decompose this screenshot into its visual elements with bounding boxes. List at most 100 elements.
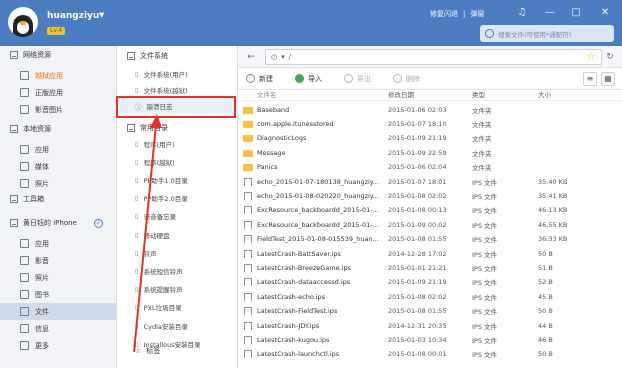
refresh-icon[interactable]: ↻ [603, 50, 617, 64]
table-row[interactable]: LatestCrash-dataaccessd.ips 2015-01-09 21… [238, 276, 622, 289]
file-name: ExcResource_backboardd_2015-01-... [238, 206, 388, 215]
table-row[interactable]: LatestCrash-BattSaver.ips 2014-12-28 17:0… [238, 247, 622, 260]
tree-header-common[interactable]: 常用目录 [127, 123, 168, 133]
table-row[interactable]: FieldTest_2015-01-08-015539_huan... 2015-… [238, 233, 622, 246]
collapse-icon[interactable] [127, 124, 135, 132]
username[interactable]: huangziyu [47, 11, 99, 21]
star-icon[interactable]: ☆ [584, 50, 598, 64]
sidebar-item[interactable]: 媒体 [0, 158, 117, 175]
tree-item[interactable]: ▯ 语音备忘录 [117, 208, 238, 225]
file-date: 2015-01-06 02:03 [388, 105, 447, 114]
back-icon[interactable]: ← [244, 50, 258, 64]
tree-header-system[interactable]: 文件系统 [127, 51, 168, 61]
table-row[interactable]: LatestCrash-FieldTest.ips 2015-01-08 01:5… [238, 305, 622, 318]
delete-button[interactable]: 删除 [393, 74, 420, 84]
tree-item[interactable]: ▯ 文件系统(用户) [117, 65, 238, 82]
sidebar-item[interactable]: 越狱应用 [0, 67, 117, 84]
minimize-icon[interactable]: — [543, 7, 557, 18]
tree-item[interactable]: ▯ 系统短信铃声 [117, 262, 238, 279]
music-icon[interactable]: ♫ [515, 7, 529, 18]
file-icon [244, 249, 252, 258]
sidebar-section-header[interactable]: 本地资源 [10, 124, 51, 134]
search-input[interactable]: 搜索文件(可使用*通配符) [480, 25, 614, 42]
import-button[interactable]: 导入 [295, 74, 322, 84]
tree-header-label: 文件系统 [140, 52, 168, 60]
new-icon [246, 74, 255, 83]
table-row[interactable]: ExcResource_backboardd_2015-01-... 2015-0… [238, 204, 622, 217]
file-type: 文件夹 [472, 135, 492, 144]
list-view-icon[interactable]: ≡ [583, 72, 597, 86]
sidebar-section-header[interactable]: 黄日钰的 iPhone ✓ [10, 218, 103, 228]
section-collapse-icon[interactable] [10, 125, 18, 133]
table-row[interactable]: LatestCrash-BreezeGame.ips 2015-01-01 21:… [238, 261, 622, 274]
table-row[interactable]: LatestCrash-kugou.ips 2015-01-03 10:34 IPS… [238, 333, 622, 346]
table-row[interactable]: Baseband 2015-01-06 02:03 文件夹 [238, 103, 622, 116]
sidebar-item[interactable]: 应用 [0, 235, 117, 252]
path-bar: ← ◴ ▾ / ☆ ↻ [238, 46, 622, 68]
sidebar-section-header[interactable]: 网络资源 [10, 50, 51, 60]
sidebar-item[interactable]: 信息 [0, 320, 117, 337]
sidebar-item[interactable]: 正版应用 [0, 84, 117, 101]
tree-item[interactable]: ▯ PP助手2.0目录 [117, 190, 238, 207]
section-collapse-icon[interactable] [10, 51, 18, 59]
collapse-icon[interactable] [127, 52, 135, 60]
tree-item[interactable]: ▯ Cydia安装目录 [117, 317, 238, 334]
tree-header-bookmark[interactable]: ☆ 标签 [135, 346, 160, 356]
file-name: DiagnosticLogs [238, 134, 388, 143]
table-row[interactable]: ExcResource_backboardd_2015-01-... 2015-0… [238, 218, 622, 231]
tree-item[interactable]: ▯ 程序(用户) [117, 135, 238, 152]
tree-item[interactable]: ▯ 系统提醒铃声 [117, 281, 238, 298]
file-icon [244, 191, 252, 200]
tree-item[interactable]: ▯ PXL垃圾目录 [117, 299, 238, 316]
tree-item[interactable]: ▯ 铃声 [117, 244, 238, 261]
file-name: Panics [238, 163, 388, 172]
col-size[interactable]: 大小 [538, 90, 622, 100]
table-row[interactable]: echo_2015-01-08-020220_huangziy... 2015-0… [238, 189, 622, 202]
sidebar-item[interactable]: 照片 [0, 269, 117, 286]
section-collapse-icon[interactable] [10, 195, 18, 203]
sidebar-item[interactable]: 文件 [0, 303, 117, 320]
table-row[interactable]: Panics 2015-01-06 02:04 文件夹 [238, 161, 622, 174]
sidebar-item[interactable]: 影音图片 [0, 101, 117, 118]
table-row[interactable]: Message 2015-01-09 22:59 文件夹 [238, 146, 622, 159]
file-name: FieldTest_2015-01-08-015539_huan... [238, 235, 388, 244]
col-date[interactable]: 修改日期 [388, 90, 472, 100]
export-button[interactable]: 导出 [344, 74, 371, 84]
sidebar-item[interactable]: 更多 [0, 337, 117, 354]
sidebar-item[interactable]: 照片 [0, 175, 117, 192]
sidebar-item[interactable]: 图书 [0, 286, 117, 303]
file-type: IPS 文件 [472, 221, 498, 230]
section-collapse-icon[interactable] [10, 219, 18, 227]
level-badge: Lv.4 [47, 27, 66, 35]
table-row[interactable]: LatestCrash-echo.ips 2015-01-08 02:02 IPS … [238, 290, 622, 303]
table-row[interactable]: echo_2015-01-07-180138_huangziy... 2015-0… [238, 175, 622, 188]
tree-item[interactable]: ▯ 程序(越狱) [117, 153, 238, 170]
table-row[interactable]: LatestCrash-launchctl.ips 2015-01-08 00:0… [238, 348, 622, 361]
sidebar-item[interactable]: 影音 [0, 252, 117, 269]
chevron-down-icon[interactable]: ▼ [99, 11, 104, 19]
path-dropdown-icon[interactable]: ▾ [281, 53, 285, 61]
tree-item[interactable]: ▯ PP助手1.0目录 [117, 171, 238, 188]
col-type[interactable]: 类型 [472, 90, 538, 100]
tree-item-icon: ▯ [135, 248, 139, 257]
col-name[interactable]: 文件名 [238, 90, 388, 100]
avatar[interactable] [8, 7, 38, 37]
table-row[interactable]: DiagnosticLogs 2015-01-09 21:19 文件夹 [238, 132, 622, 145]
file-name-text: ExcResource_backboardd_2015-01-... [257, 206, 379, 215]
close-icon[interactable]: ✕ [598, 7, 612, 18]
sidebar-section-header[interactable]: 工具箱 [10, 194, 44, 204]
tree-item-icon: ▯ [135, 303, 139, 312]
sidebar-section-title: 工具箱 [23, 195, 44, 203]
repair-link[interactable]: 修复闪退 [430, 9, 458, 19]
table-row[interactable]: LatestCrash-JDY.ips 2014-12-31 20:35 IPS 文… [238, 319, 622, 332]
file-type: 文件夹 [472, 120, 492, 129]
maximize-icon[interactable]: □ [569, 7, 583, 18]
tree-item[interactable]: ▯ 移动硬盘 [117, 226, 238, 243]
file-name: LatestCrash-dataaccessd.ips [238, 278, 388, 287]
flash-link[interactable]: 弹窗 [470, 9, 484, 19]
path-field[interactable]: ◴ ▾ / [265, 49, 602, 65]
table-row[interactable]: com.apple.itunesstored 2015-01-07 18:10 文件… [238, 117, 622, 130]
new-button[interactable]: 新建 [246, 74, 273, 84]
sidebar-item[interactable]: 应用 [0, 141, 117, 158]
grid-view-icon[interactable]: ▦ [601, 72, 615, 86]
